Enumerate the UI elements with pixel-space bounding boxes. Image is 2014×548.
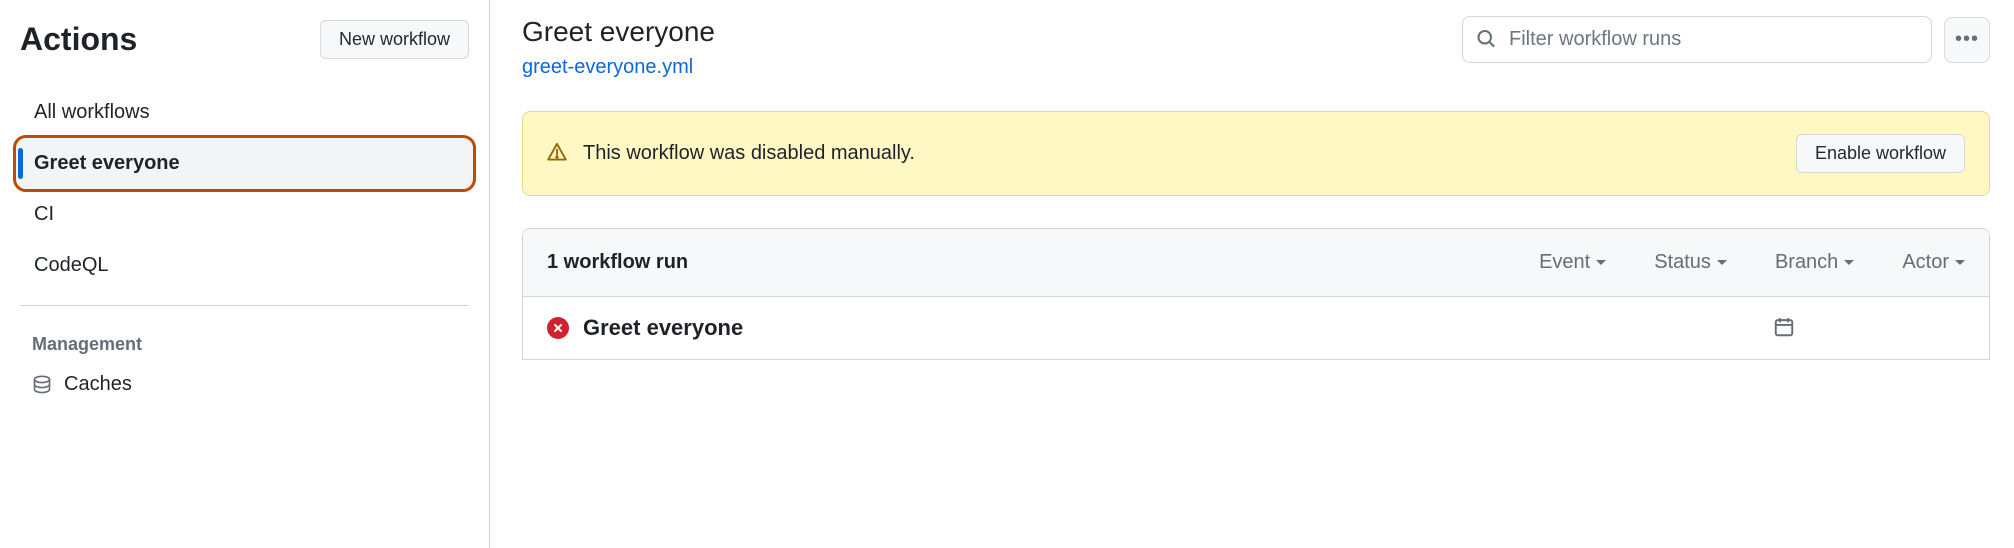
workflow-file-link[interactable]: greet-everyone.yml	[522, 56, 693, 79]
disabled-workflow-alert: This workflow was disabled manually. Ena…	[522, 111, 1990, 196]
warning-icon	[547, 142, 567, 165]
management-section-label: Management	[16, 320, 473, 365]
filter-runs-input[interactable]	[1462, 16, 1932, 63]
divider	[20, 305, 469, 306]
chevron-down-icon	[1717, 260, 1727, 265]
filter-status-button[interactable]: Status	[1654, 251, 1727, 274]
run-filters: Event Status Branch Actor	[1539, 251, 1965, 274]
search-wrapper	[1462, 16, 1932, 63]
header-tools: •••	[1462, 16, 1990, 63]
run-row[interactable]: Greet everyone	[523, 297, 1989, 359]
chevron-down-icon	[1955, 260, 1965, 265]
new-workflow-button[interactable]: New workflow	[320, 20, 469, 59]
filter-label: Status	[1654, 251, 1711, 274]
sidebar-item-label: Caches	[64, 373, 132, 396]
sidebar-item-label: Greet everyone	[34, 152, 180, 175]
sidebar-item-label: All workflows	[34, 101, 150, 124]
runs-header: 1 workflow run Event Status Branch	[523, 229, 1989, 297]
main-heading-block: Greet everyone greet-everyone.yml	[522, 16, 715, 79]
more-options-button[interactable]: •••	[1944, 17, 1990, 63]
kebab-icon: •••	[1955, 28, 1979, 51]
sidebar-item-label: CI	[34, 203, 54, 226]
filter-event-button[interactable]: Event	[1539, 251, 1606, 274]
workflow-title: Greet everyone	[522, 16, 715, 48]
sidebar-item-caches[interactable]: Caches	[16, 365, 473, 404]
filter-label: Actor	[1902, 251, 1949, 274]
sidebar-header: Actions New workflow	[16, 16, 473, 79]
database-icon	[32, 375, 52, 395]
workflow-list: All workflows Greet everyone CI CodeQL	[16, 87, 473, 291]
alert-message: This workflow was disabled manually.	[583, 142, 915, 165]
sidebar-item-all-workflows[interactable]: All workflows	[16, 87, 473, 138]
chevron-down-icon	[1844, 260, 1854, 265]
sidebar-title: Actions	[20, 21, 137, 58]
sidebar-item-greet-everyone[interactable]: Greet everyone	[16, 138, 473, 189]
alert-content: This workflow was disabled manually.	[547, 142, 915, 165]
search-icon	[1476, 28, 1496, 51]
sidebar-item-label: CodeQL	[34, 254, 109, 277]
main-header: Greet everyone greet-everyone.yml •••	[522, 16, 1990, 79]
calendar-icon	[1773, 316, 1795, 341]
runs-count: 1 workflow run	[547, 251, 688, 274]
run-title: Greet everyone	[583, 315, 743, 341]
run-row-left: Greet everyone	[547, 315, 743, 341]
enable-workflow-button[interactable]: Enable workflow	[1796, 134, 1965, 173]
filter-label: Branch	[1775, 251, 1838, 274]
sidebar: Actions New workflow All workflows Greet…	[0, 0, 490, 548]
filter-label: Event	[1539, 251, 1590, 274]
chevron-down-icon	[1596, 260, 1606, 265]
workflow-runs-box: 1 workflow run Event Status Branch	[522, 228, 1990, 360]
filter-actor-button[interactable]: Actor	[1902, 251, 1965, 274]
sidebar-item-ci[interactable]: CI	[16, 189, 473, 240]
main-content: Greet everyone greet-everyone.yml •••	[490, 0, 2014, 548]
sidebar-item-codeql[interactable]: CodeQL	[16, 240, 473, 291]
status-failed-icon	[547, 317, 569, 339]
filter-branch-button[interactable]: Branch	[1775, 251, 1854, 274]
